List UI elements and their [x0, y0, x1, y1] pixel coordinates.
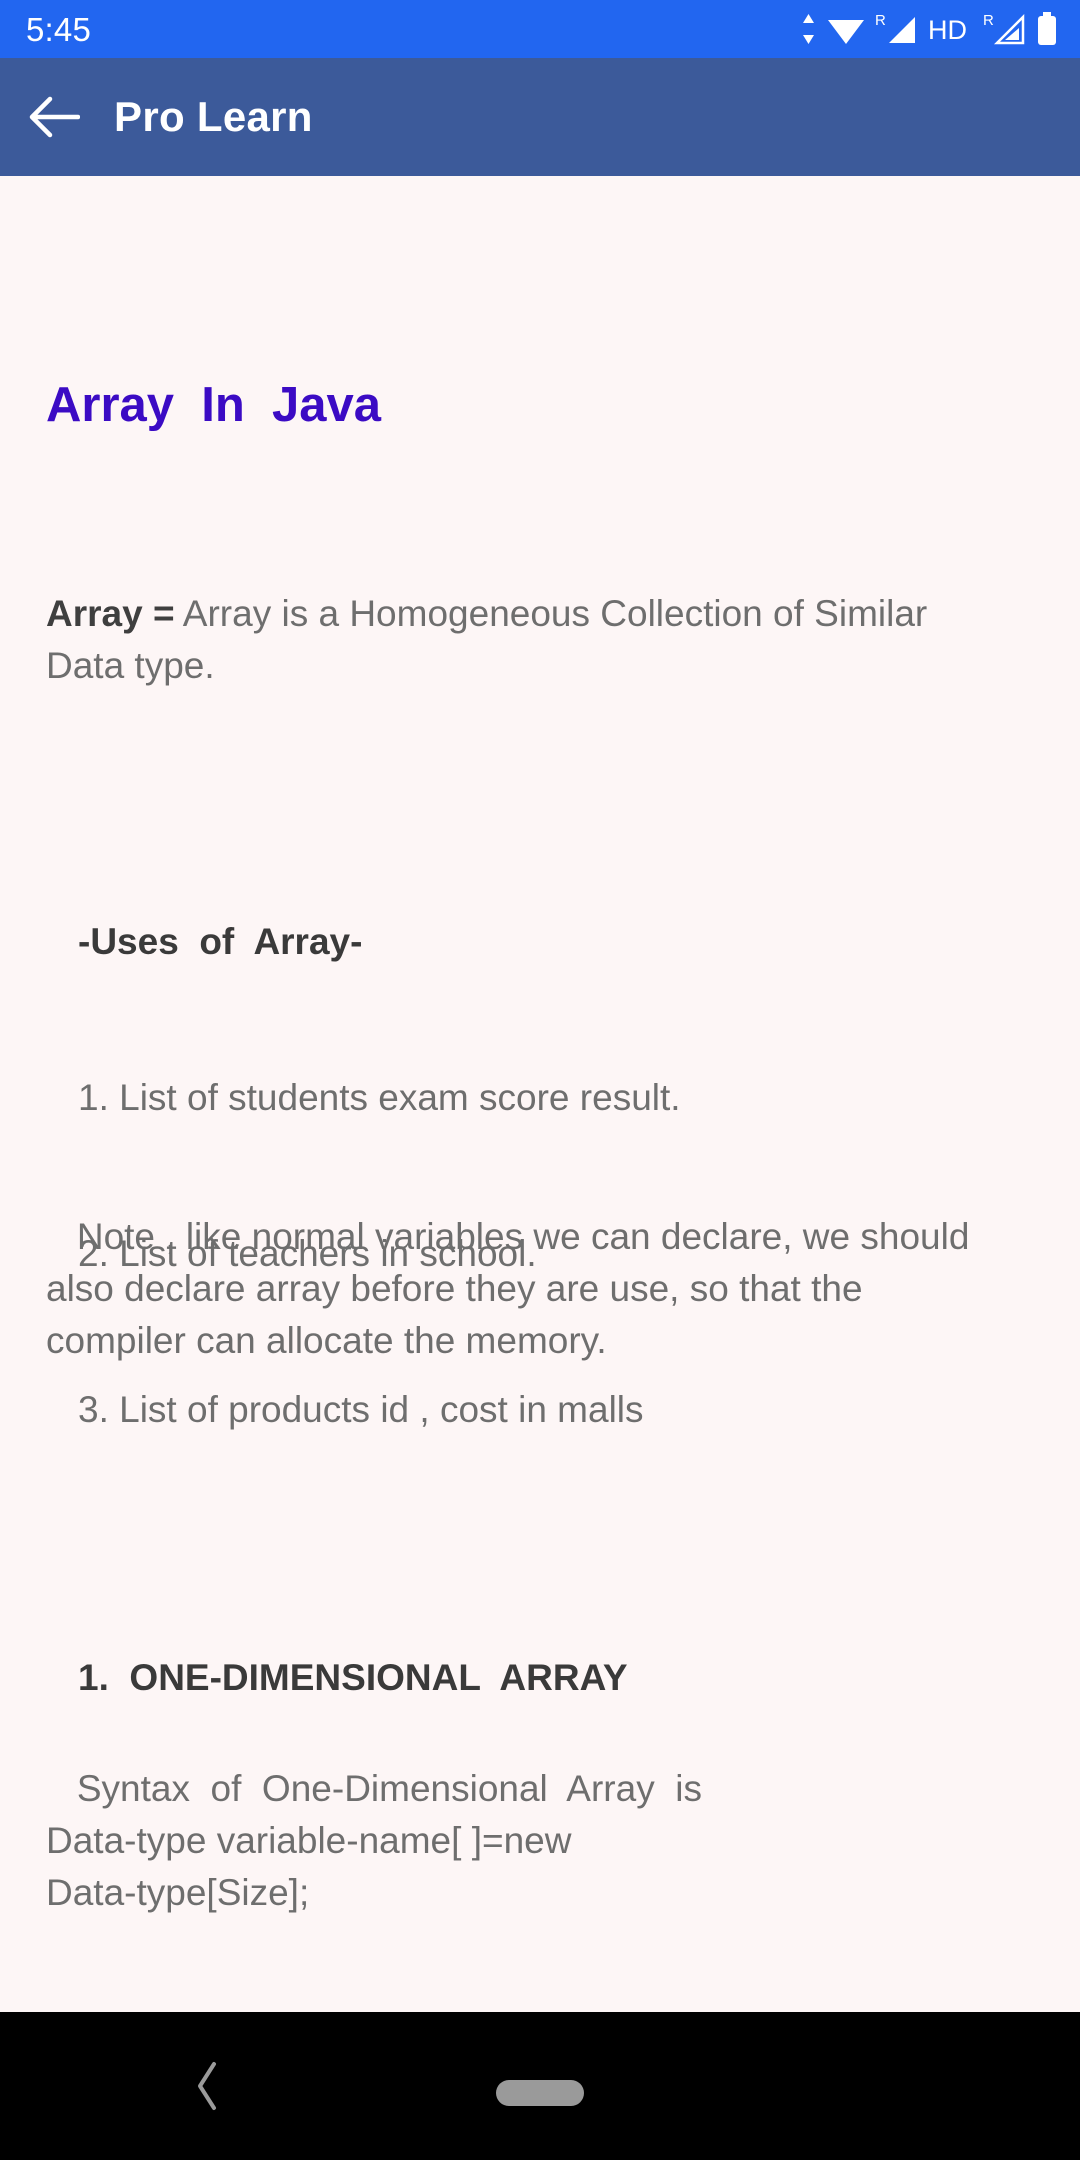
svg-text:R: R — [875, 12, 886, 29]
nav-back-button[interactable] — [148, 2012, 268, 2160]
signal-roaming-2-icon: R — [983, 12, 1025, 45]
syntax-paragraph: Syntax of One-Dimensional Array is Data-… — [46, 1768, 702, 1913]
hd-icon: HD — [928, 15, 967, 45]
signal-roaming-1-icon: R — [875, 12, 915, 43]
status-bar-clock: 5:45 — [26, 10, 92, 48]
app-bar-title: Pro Learn — [114, 93, 313, 140]
battery-icon — [1038, 12, 1056, 45]
definition-term: Array = — [46, 593, 175, 634]
definition-paragraph: Array = Array is a Homogeneous Collectio… — [46, 588, 1006, 692]
system-navigation-bar — [0, 2012, 1080, 2160]
wifi-icon — [828, 20, 864, 44]
uses-block: -Uses of Array- 1. List of students exam… — [78, 812, 1038, 1540]
app-bar: Pro Learn — [0, 58, 1080, 176]
status-bar-icons: R HD R — [800, 0, 1058, 58]
list-item: 1. List of students exam score result. — [78, 1077, 681, 1118]
list-item: 3. List of products id , cost in malls — [78, 1389, 644, 1430]
lesson-content[interactable]: Array In Java Array = Array is a Homogen… — [0, 176, 1080, 2012]
svg-text:HD: HD — [928, 15, 967, 45]
page-title: Array In Java — [46, 378, 382, 432]
section-heading-one-dimensional-array: 1. ONE-DIMENSIONAL ARRAY — [78, 1657, 628, 1698]
svg-text:R: R — [983, 12, 994, 29]
home-pill-handle[interactable] — [496, 2080, 584, 2106]
arrow-left-icon — [29, 96, 80, 138]
note-paragraph: Note , like normal variables we can decl… — [46, 1216, 980, 1361]
back-button[interactable] — [0, 58, 108, 176]
status-bar: 5:45 R HD R — [0, 0, 1080, 58]
uses-heading: -Uses of Array- — [78, 921, 363, 962]
chevron-left-icon — [198, 2062, 216, 2110]
data-transfer-icon — [803, 14, 814, 44]
definition-text: Array is a Homogeneous Collection of Sim… — [46, 593, 938, 686]
